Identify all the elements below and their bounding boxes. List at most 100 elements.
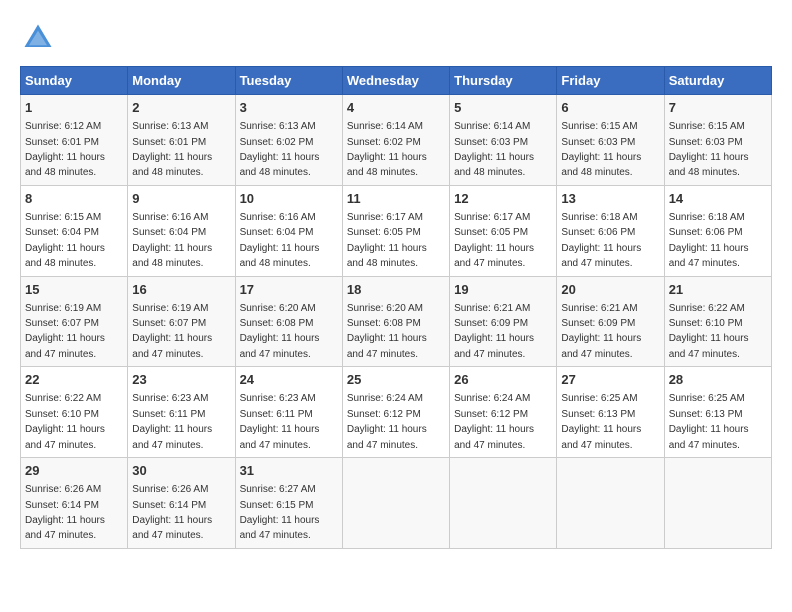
calendar-cell: 31 Sunrise: 6:27 AM Sunset: 6:15 PM Dayl… xyxy=(235,458,342,549)
day-sunrise: Sunrise: 6:25 AM xyxy=(561,393,637,404)
calendar-header-saturday: Saturday xyxy=(664,67,771,95)
day-sunset: Sunset: 6:03 PM xyxy=(454,137,528,148)
day-number: 4 xyxy=(347,99,445,117)
calendar-cell: 15 Sunrise: 6:19 AM Sunset: 6:07 PM Dayl… xyxy=(21,276,128,367)
day-number: 29 xyxy=(25,462,123,480)
calendar-cell xyxy=(557,458,664,549)
day-sunset: Sunset: 6:11 PM xyxy=(240,409,313,420)
day-daylight: Daylight: 11 hours and 48 minutes. xyxy=(25,243,105,269)
day-sunrise: Sunrise: 6:24 AM xyxy=(347,393,423,404)
day-daylight: Daylight: 11 hours and 48 minutes. xyxy=(347,243,427,269)
calendar-week-row: 1 Sunrise: 6:12 AM Sunset: 6:01 PM Dayli… xyxy=(21,95,772,186)
calendar-header-row: SundayMondayTuesdayWednesdayThursdayFrid… xyxy=(21,67,772,95)
day-number: 8 xyxy=(25,190,123,208)
day-daylight: Daylight: 11 hours and 47 minutes. xyxy=(561,243,641,269)
calendar-header-monday: Monday xyxy=(128,67,235,95)
day-number: 12 xyxy=(454,190,552,208)
day-sunset: Sunset: 6:08 PM xyxy=(240,318,314,329)
day-sunrise: Sunrise: 6:26 AM xyxy=(25,484,101,495)
day-daylight: Daylight: 11 hours and 47 minutes. xyxy=(132,424,212,450)
calendar-cell: 21 Sunrise: 6:22 AM Sunset: 6:10 PM Dayl… xyxy=(664,276,771,367)
day-daylight: Daylight: 11 hours and 47 minutes. xyxy=(669,333,749,359)
day-sunset: Sunset: 6:12 PM xyxy=(347,409,421,420)
day-sunrise: Sunrise: 6:18 AM xyxy=(669,212,745,223)
calendar-cell xyxy=(664,458,771,549)
calendar-cell: 23 Sunrise: 6:23 AM Sunset: 6:11 PM Dayl… xyxy=(128,367,235,458)
calendar-cell: 13 Sunrise: 6:18 AM Sunset: 6:06 PM Dayl… xyxy=(557,185,664,276)
day-sunrise: Sunrise: 6:12 AM xyxy=(25,121,101,132)
calendar-header-wednesday: Wednesday xyxy=(342,67,449,95)
day-daylight: Daylight: 11 hours and 47 minutes. xyxy=(132,515,212,541)
calendar-cell: 17 Sunrise: 6:20 AM Sunset: 6:08 PM Dayl… xyxy=(235,276,342,367)
calendar-cell: 1 Sunrise: 6:12 AM Sunset: 6:01 PM Dayli… xyxy=(21,95,128,186)
day-sunset: Sunset: 6:09 PM xyxy=(454,318,528,329)
day-number: 5 xyxy=(454,99,552,117)
day-sunset: Sunset: 6:02 PM xyxy=(240,137,314,148)
calendar-cell: 9 Sunrise: 6:16 AM Sunset: 6:04 PM Dayli… xyxy=(128,185,235,276)
calendar-cell: 19 Sunrise: 6:21 AM Sunset: 6:09 PM Dayl… xyxy=(450,276,557,367)
day-number: 11 xyxy=(347,190,445,208)
day-sunrise: Sunrise: 6:17 AM xyxy=(347,212,423,223)
day-sunrise: Sunrise: 6:25 AM xyxy=(669,393,745,404)
day-sunset: Sunset: 6:02 PM xyxy=(347,137,421,148)
day-sunrise: Sunrise: 6:23 AM xyxy=(240,393,316,404)
calendar-cell xyxy=(342,458,449,549)
day-number: 6 xyxy=(561,99,659,117)
day-daylight: Daylight: 11 hours and 47 minutes. xyxy=(561,424,641,450)
day-daylight: Daylight: 11 hours and 48 minutes. xyxy=(347,152,427,178)
calendar-header-tuesday: Tuesday xyxy=(235,67,342,95)
page-header xyxy=(20,20,772,56)
calendar-cell: 29 Sunrise: 6:26 AM Sunset: 6:14 PM Dayl… xyxy=(21,458,128,549)
day-sunrise: Sunrise: 6:20 AM xyxy=(347,303,423,314)
calendar-cell: 5 Sunrise: 6:14 AM Sunset: 6:03 PM Dayli… xyxy=(450,95,557,186)
day-number: 16 xyxy=(132,281,230,299)
calendar-cell: 22 Sunrise: 6:22 AM Sunset: 6:10 PM Dayl… xyxy=(21,367,128,458)
day-daylight: Daylight: 11 hours and 48 minutes. xyxy=(132,243,212,269)
day-sunset: Sunset: 6:10 PM xyxy=(25,409,99,420)
day-number: 7 xyxy=(669,99,767,117)
day-sunrise: Sunrise: 6:16 AM xyxy=(132,212,208,223)
day-number: 25 xyxy=(347,371,445,389)
day-number: 9 xyxy=(132,190,230,208)
day-daylight: Daylight: 11 hours and 47 minutes. xyxy=(669,243,749,269)
day-sunset: Sunset: 6:14 PM xyxy=(132,500,206,511)
day-sunset: Sunset: 6:11 PM xyxy=(132,409,205,420)
day-sunrise: Sunrise: 6:15 AM xyxy=(669,121,745,132)
calendar-cell: 27 Sunrise: 6:25 AM Sunset: 6:13 PM Dayl… xyxy=(557,367,664,458)
calendar-table: SundayMondayTuesdayWednesdayThursdayFrid… xyxy=(20,66,772,549)
day-sunset: Sunset: 6:08 PM xyxy=(347,318,421,329)
day-daylight: Daylight: 11 hours and 47 minutes. xyxy=(347,424,427,450)
calendar-cell: 14 Sunrise: 6:18 AM Sunset: 6:06 PM Dayl… xyxy=(664,185,771,276)
day-sunset: Sunset: 6:01 PM xyxy=(132,137,206,148)
day-number: 20 xyxy=(561,281,659,299)
day-number: 30 xyxy=(132,462,230,480)
day-daylight: Daylight: 11 hours and 47 minutes. xyxy=(25,424,105,450)
day-sunrise: Sunrise: 6:26 AM xyxy=(132,484,208,495)
day-sunset: Sunset: 6:06 PM xyxy=(669,227,743,238)
calendar-cell: 6 Sunrise: 6:15 AM Sunset: 6:03 PM Dayli… xyxy=(557,95,664,186)
day-daylight: Daylight: 11 hours and 48 minutes. xyxy=(669,152,749,178)
day-sunset: Sunset: 6:09 PM xyxy=(561,318,635,329)
day-number: 23 xyxy=(132,371,230,389)
day-daylight: Daylight: 11 hours and 48 minutes. xyxy=(454,152,534,178)
day-sunset: Sunset: 6:10 PM xyxy=(669,318,743,329)
day-sunrise: Sunrise: 6:14 AM xyxy=(347,121,423,132)
calendar-cell xyxy=(450,458,557,549)
day-sunset: Sunset: 6:14 PM xyxy=(25,500,99,511)
day-sunrise: Sunrise: 6:27 AM xyxy=(240,484,316,495)
day-sunrise: Sunrise: 6:21 AM xyxy=(561,303,637,314)
day-sunset: Sunset: 6:13 PM xyxy=(669,409,743,420)
day-daylight: Daylight: 11 hours and 47 minutes. xyxy=(669,424,749,450)
day-daylight: Daylight: 11 hours and 48 minutes. xyxy=(240,152,320,178)
day-sunrise: Sunrise: 6:20 AM xyxy=(240,303,316,314)
day-sunrise: Sunrise: 6:23 AM xyxy=(132,393,208,404)
day-sunset: Sunset: 6:04 PM xyxy=(132,227,206,238)
calendar-cell: 10 Sunrise: 6:16 AM Sunset: 6:04 PM Dayl… xyxy=(235,185,342,276)
calendar-cell: 4 Sunrise: 6:14 AM Sunset: 6:02 PM Dayli… xyxy=(342,95,449,186)
day-number: 21 xyxy=(669,281,767,299)
day-daylight: Daylight: 11 hours and 47 minutes. xyxy=(240,333,320,359)
calendar-cell: 26 Sunrise: 6:24 AM Sunset: 6:12 PM Dayl… xyxy=(450,367,557,458)
day-sunset: Sunset: 6:06 PM xyxy=(561,227,635,238)
calendar-cell: 12 Sunrise: 6:17 AM Sunset: 6:05 PM Dayl… xyxy=(450,185,557,276)
day-sunrise: Sunrise: 6:24 AM xyxy=(454,393,530,404)
